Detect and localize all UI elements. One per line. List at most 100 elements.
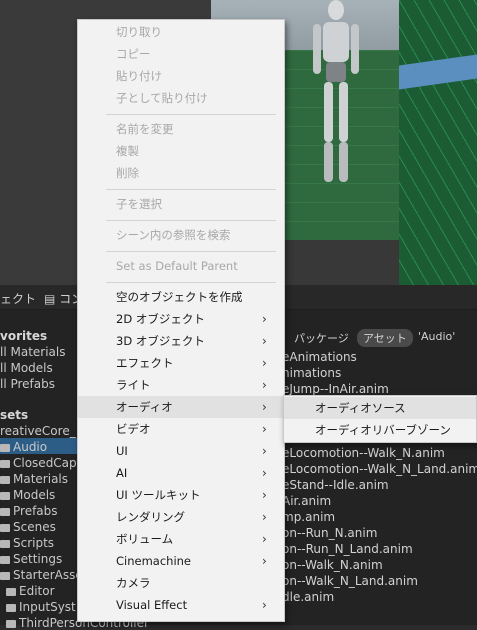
menu-item-audio[interactable]: オーディオ › <box>78 396 284 418</box>
folder-item[interactable]: Models <box>0 488 55 502</box>
folder-icon <box>6 588 16 596</box>
folder-item[interactable]: InputSyst <box>6 600 76 614</box>
menu-item-volume[interactable]: ボリューム › <box>78 528 284 550</box>
console-icon: ▤ <box>44 292 60 306</box>
menu-item-create-empty[interactable]: 空のオブジェクトを作成 <box>78 286 284 308</box>
menu-item-video[interactable]: ビデオ › <box>78 418 284 440</box>
menu-item-paste-as-child[interactable]: 子として貼り付け <box>78 87 284 109</box>
robot-character[interactable] <box>311 0 361 200</box>
folder-label: Settings <box>13 552 63 566</box>
menu-item-label: 名前を変更 <box>116 122 174 136</box>
folder-item[interactable]: Prefabs <box>0 504 58 518</box>
folder-icon <box>0 460 10 468</box>
menu-item-duplicate[interactable]: 複製 <box>78 140 284 162</box>
menu-item-delete[interactable]: 削除 <box>78 162 284 184</box>
menu-item-label: UI ツールキット <box>116 488 201 502</box>
favorite-item[interactable]: ll Prefabs <box>0 377 55 391</box>
menu-item-rendering[interactable]: レンダリング › <box>78 506 284 528</box>
menu-item-label: カメラ <box>116 576 151 590</box>
menu-item-label: 複製 <box>116 144 139 158</box>
chevron-right-icon: › <box>262 378 267 392</box>
menu-item-rename[interactable]: 名前を変更 <box>78 118 284 140</box>
folder-icon <box>0 572 10 580</box>
menu-item-camera[interactable]: カメラ <box>78 572 284 594</box>
menu-item-3d-object[interactable]: 3D オブジェクト › <box>78 330 284 352</box>
assets-header[interactable]: sets <box>0 408 28 422</box>
chevron-right-icon: › <box>262 312 267 326</box>
folder-label: InputSyst <box>19 600 76 614</box>
file-item[interactable]: on--Run_N_Land.anim <box>282 542 413 556</box>
menu-item-label: 空のオブジェクトを作成 <box>116 290 243 304</box>
menu-item-label: ライト <box>116 378 151 392</box>
filter-package[interactable]: パッケージ <box>288 329 355 347</box>
menu-item-set-default-parent[interactable]: Set as Default Parent <box>78 255 284 277</box>
file-item[interactable]: dle.anim <box>282 590 334 604</box>
menu-item-ai[interactable]: AI › <box>78 462 284 484</box>
folder-label: Editor <box>19 584 55 598</box>
menu-item-label: UI <box>116 444 128 458</box>
folder-icon <box>0 492 10 500</box>
menu-item-cut[interactable]: 切り取り <box>78 21 284 43</box>
folder-item[interactable]: Scripts <box>0 536 54 550</box>
menu-item-visual-effect[interactable]: Visual Effect › <box>78 594 284 616</box>
file-item[interactable]: eLocomotion--Walk_N.anim <box>282 446 445 460</box>
menu-item-label: 3D オブジェクト <box>116 334 205 348</box>
file-item[interactable]: eJump--InAir.anim <box>282 382 389 396</box>
chevron-right-icon: › <box>262 422 267 436</box>
favorite-item[interactable]: ll Materials <box>0 345 65 359</box>
menu-item-find-references[interactable]: シーン内の参照を検索 <box>78 224 284 246</box>
menu-item-label: オーディオリバーブゾーン <box>315 423 451 437</box>
favorites-header[interactable]: vorites <box>0 329 47 343</box>
filter-assets[interactable]: アセット <box>357 329 413 347</box>
chevron-right-icon: › <box>262 510 267 524</box>
file-item[interactable]: on--Walk_N.anim <box>282 558 383 572</box>
file-item[interactable]: on--Walk_N_Land.anim <box>282 574 418 588</box>
tab-hierarchy[interactable]: ェクト <box>0 290 36 307</box>
folder-item[interactable]: reativeCore_ <box>0 424 76 438</box>
folder-item[interactable]: Materials <box>0 472 68 486</box>
menu-item-label: シーン内の参照を検索 <box>116 228 231 242</box>
menu-item-effects[interactable]: エフェクト › <box>78 352 284 374</box>
menu-item-2d-object[interactable]: 2D オブジェクト › <box>78 308 284 330</box>
file-item[interactable]: eAnimations <box>282 350 357 364</box>
file-item[interactable]: on--Run_N.anim <box>282 526 377 540</box>
file-item[interactable]: eLocomotion--Walk_N_Land.anim <box>282 462 477 476</box>
folder-item[interactable]: Audio <box>0 440 47 454</box>
folder-label: Materials <box>13 472 69 486</box>
menu-item-copy[interactable]: コピー <box>78 43 284 65</box>
folder-icon <box>0 508 10 516</box>
chevron-right-icon: › <box>262 554 267 568</box>
folder-icon <box>6 604 16 612</box>
menu-item-audio-source[interactable]: オーディオソース <box>284 397 476 419</box>
folder-item[interactable]: StarterAsset <box>0 568 87 582</box>
audio-submenu: オーディオソース オーディオリバーブゾーン <box>283 395 477 443</box>
chevron-right-icon: › <box>262 598 267 612</box>
menu-item-select-children[interactable]: 子を選択 <box>78 193 284 215</box>
folder-label: Models <box>13 488 56 502</box>
folder-item[interactable]: Scenes <box>0 520 56 534</box>
file-item[interactable]: eStand--Idle.anim <box>282 478 389 492</box>
file-item[interactable]: Air.anim <box>282 494 331 508</box>
menu-item-ui[interactable]: UI › <box>78 440 284 462</box>
menu-item-label: AI <box>116 466 128 480</box>
folder-icon <box>0 556 10 564</box>
folder-item[interactable]: Settings <box>0 552 62 566</box>
chevron-right-icon: › <box>262 356 267 370</box>
menu-item-label: 子を選択 <box>116 197 162 211</box>
favorite-item[interactable]: ll Models <box>0 361 53 375</box>
folder-icon <box>6 620 16 628</box>
folder-icon <box>0 476 10 484</box>
filter-query[interactable]: 'Audio' <box>412 329 461 344</box>
menu-item-cinemachine[interactable]: Cinemachine › <box>78 550 284 572</box>
file-item[interactable]: mp.anim <box>282 510 335 524</box>
folder-item[interactable]: Editor <box>6 584 55 598</box>
chevron-right-icon: › <box>262 444 267 458</box>
menu-item-ui-toolkit[interactable]: UI ツールキット › <box>78 484 284 506</box>
chevron-right-icon: › <box>262 466 267 480</box>
menu-item-audio-reverb-zone[interactable]: オーディオリバーブゾーン <box>284 419 476 441</box>
menu-item-label: Set as Default Parent <box>116 259 238 273</box>
menu-item-light[interactable]: ライト › <box>78 374 284 396</box>
file-item[interactable]: nimations <box>282 366 341 380</box>
chevron-right-icon: › <box>262 488 267 502</box>
menu-item-paste[interactable]: 貼り付け <box>78 65 284 87</box>
